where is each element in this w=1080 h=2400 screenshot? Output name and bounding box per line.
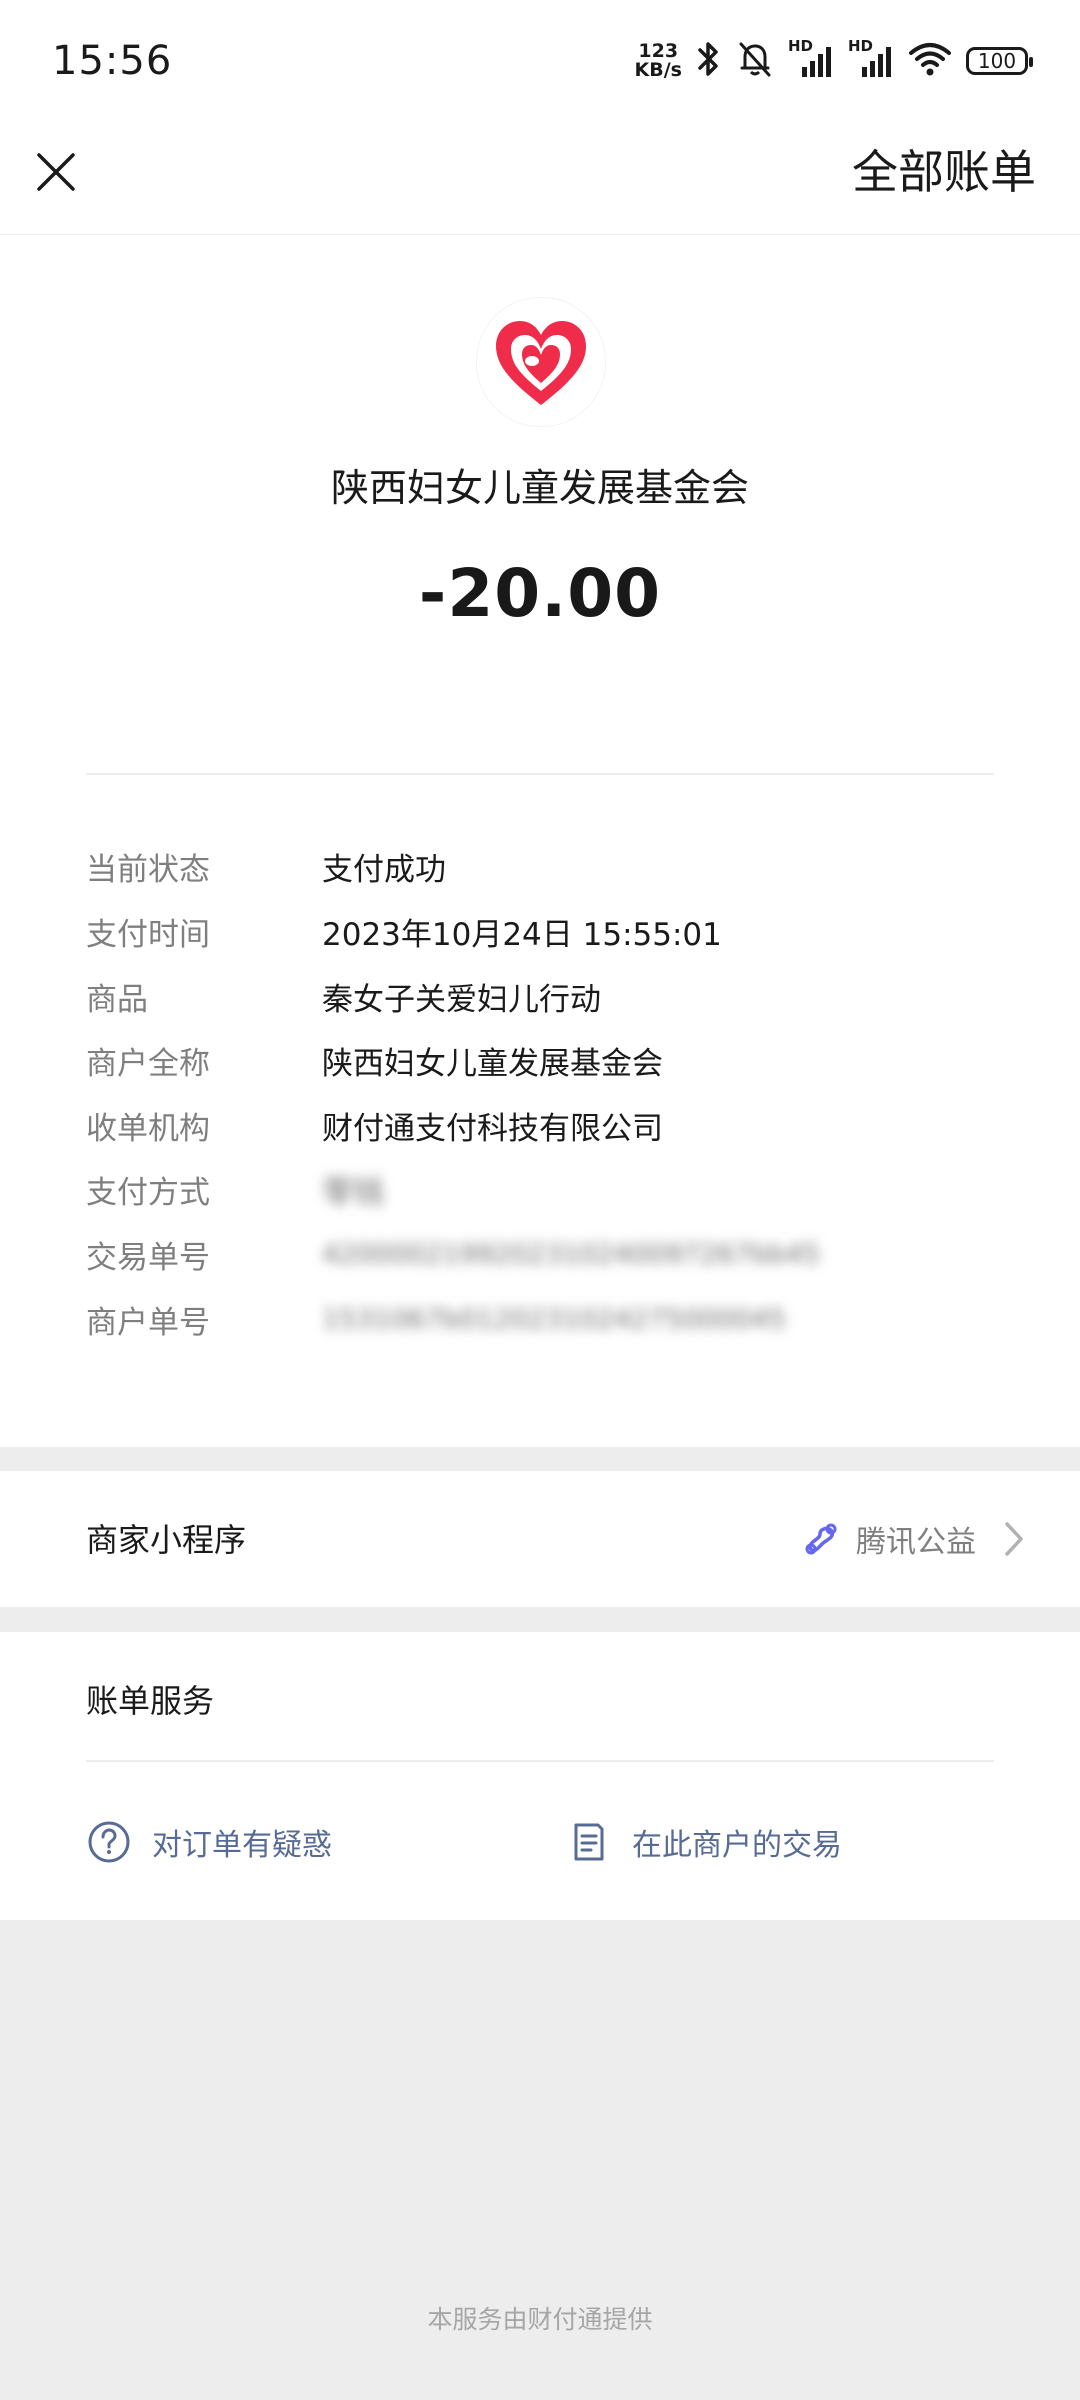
merchant-mini-program-row[interactable]: 商家小程序 腾讯公益 [0,1471,1080,1607]
signal-icon: HD [788,37,834,81]
all-bills-button[interactable]: 全部账单 [852,142,1036,202]
detail-row-payment-method: 支付方式 零钱 [86,1157,994,1221]
merchant-logo [476,297,606,427]
detail-value: 2023年10月24日 15:55:01 [322,916,722,953]
heart-logo-icon [496,321,586,405]
detail-value: 秦女子关爱妇儿行动 [322,981,601,1018]
detail-label: 支付方式 [86,1174,210,1211]
footer-provider-text: 本服务由财付通提供 [427,2305,653,2334]
detail-row-merchant-order-id: 商户单号 1531067b0120231024275000045 [86,1287,994,1351]
close-icon [37,153,75,191]
mini-program-label: 商家小程序 [86,1521,247,1559]
detail-row-merchant-full-name: 商户全称 陕西妇女儿童发展基金会 [86,1028,994,1092]
detail-label: 商品 [86,981,148,1018]
detail-label: 支付时间 [86,916,210,953]
divider [86,773,994,775]
bluetooth-icon [696,39,722,83]
close-button[interactable] [26,142,86,202]
mini-program-name: 腾讯公益 [856,1525,976,1560]
question-circle-icon [88,1821,130,1863]
chevron-right-icon [1005,1522,1023,1556]
detail-row-product: 商品 秦女子关爱妇儿行动 [86,964,994,1028]
merchant-transactions-label: 在此商户的交易 [632,1828,842,1863]
detail-label: 收单机构 [86,1110,210,1147]
mini-program-link[interactable]: 腾讯公益 [800,1509,1024,1569]
detail-value[interactable]: 1531067b0120231024275000045 [322,1304,786,1335]
bill-service-title: 账单服务 [86,1682,215,1720]
bell-muted-icon [736,39,774,83]
detail-row-transaction-id: 交易单号 4200002199202310240097267bb45 [86,1222,994,1286]
detail-label: 当前状态 [86,851,210,888]
bill-detail-card: 陕西妇女儿童发展基金会 -20.00 当前状态 支付成功 支付时间 2023年1… [0,235,1080,1447]
detail-value[interactable]: 4200002199202310240097267bb45 [322,1239,820,1270]
document-icon [574,1823,604,1861]
divider [86,1760,994,1762]
detail-label: 交易单号 [86,1239,210,1276]
status-time: 15:56 [52,38,173,84]
detail-row-time: 支付时间 2023年10月24日 15:55:01 [86,899,994,963]
net-speed-unit: KB/s [634,59,682,81]
battery-indicator: 100 [966,47,1033,75]
detail-row-status: 当前状态 支付成功 [86,834,994,898]
merchant-transactions-button[interactable]: 在此商户的交易 [566,1812,842,1872]
detail-value: 零钱 [322,1174,384,1211]
nav-bar: 全部账单 [0,120,1080,235]
payment-amount: -20.00 [418,555,662,632]
detail-value: 财付通支付科技有限公司 [322,1110,663,1147]
signal-icon: HD [848,37,894,81]
battery-level: 100 [977,49,1017,73]
detail-row-acquirer: 收单机构 财付通支付科技有限公司 [86,1093,994,1157]
order-question-button[interactable]: 对订单有疑惑 [86,1812,332,1872]
detail-label: 商户单号 [86,1304,210,1341]
status-bar: 15:56 123 KB/s HD HD 100 [0,0,1080,120]
bill-service-card: 账单服务 对订单有疑惑 在此商户的交易 [0,1632,1080,1920]
merchant-name: 陕西妇女儿童发展基金会 [330,466,749,510]
net-speed: 123 KB/s [635,42,682,80]
mini-program-icon [805,1523,837,1555]
detail-label: 商户全称 [86,1045,210,1082]
detail-value: 陕西妇女儿童发展基金会 [322,1045,663,1082]
order-question-label: 对订单有疑惑 [152,1828,332,1863]
status-icons: 123 KB/s HD HD 100 [635,36,1033,86]
detail-value: 支付成功 [322,851,446,888]
wifi-icon [908,39,952,83]
